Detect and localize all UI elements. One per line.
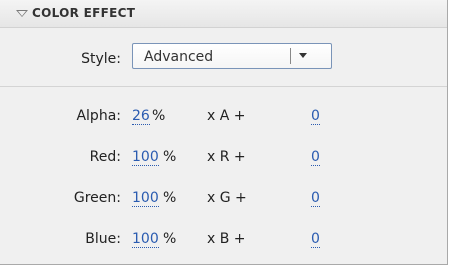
alpha-offset-field[interactable]: 0: [311, 108, 320, 125]
style-dropdown-value: Advanced: [144, 49, 214, 65]
green-offset-field[interactable]: 0: [311, 190, 320, 207]
panel-title: COLOR EFFECT: [32, 6, 136, 20]
blue-label: Blue:: [85, 231, 121, 247]
green-label: Green:: [73, 190, 121, 206]
blue-row: Blue: 100 % x B + 0: [0, 231, 447, 251]
blue-percent-sign: %: [163, 231, 177, 247]
green-percent-field[interactable]: 100: [132, 190, 159, 207]
blue-percent-field[interactable]: 100: [132, 231, 159, 248]
dropdown-separator: [290, 48, 291, 64]
red-label: Red:: [89, 149, 121, 165]
red-multiplier-label: x R +: [207, 149, 246, 165]
alpha-percent-field[interactable]: 26: [132, 108, 150, 125]
red-percent-sign: %: [163, 149, 177, 165]
collapse-triangle-icon[interactable]: [16, 10, 28, 17]
alpha-multiplier-label: x A +: [207, 108, 246, 124]
alpha-row: Alpha: 26 % x A + 0: [0, 108, 447, 128]
alpha-percent-sign: %: [152, 108, 166, 124]
style-label: Style:: [81, 51, 121, 67]
green-multiplier-label: x G +: [207, 190, 247, 206]
green-row: Green: 100 % x G + 0: [0, 190, 447, 210]
section-divider: [0, 86, 447, 87]
red-row: Red: 100 % x R + 0: [0, 149, 447, 169]
style-dropdown[interactable]: Advanced: [132, 43, 332, 69]
green-percent-sign: %: [163, 190, 177, 206]
chevron-down-icon[interactable]: [299, 53, 307, 58]
blue-multiplier-label: x B +: [207, 231, 246, 247]
red-percent-field[interactable]: 100: [132, 149, 159, 166]
red-offset-field[interactable]: 0: [311, 149, 320, 166]
blue-offset-field[interactable]: 0: [311, 231, 320, 248]
panel-header[interactable]: COLOR EFFECT: [0, 0, 447, 28]
alpha-label: Alpha:: [76, 108, 121, 124]
color-effect-panel: COLOR EFFECT Style: Advanced Alpha: 26 %…: [0, 0, 448, 265]
